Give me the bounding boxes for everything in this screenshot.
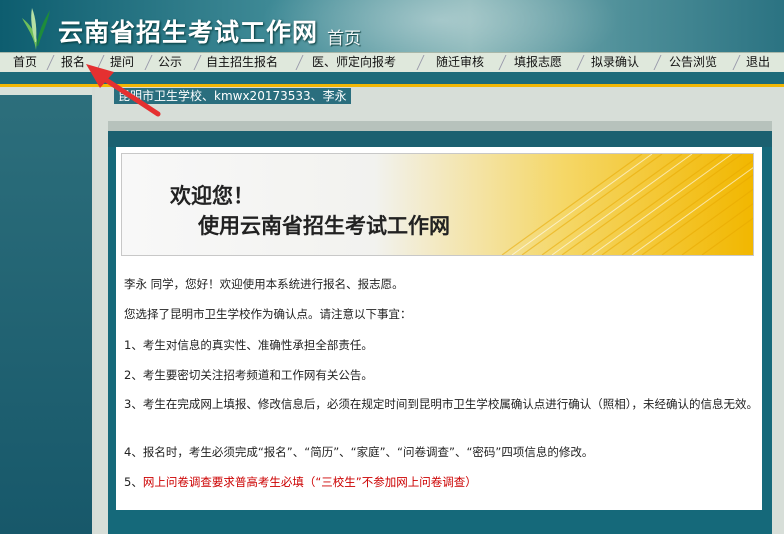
notice-item-5-text: 网上问卷调查要求普高考生必填（“三校生”不参加网上问卷调查） bbox=[142, 475, 477, 489]
nav-directed-application[interactable]: 医、师定向报考 bbox=[306, 53, 402, 72]
notice-item-5-number: 5、 bbox=[124, 475, 143, 489]
nav-register[interactable]: 报名 bbox=[54, 53, 92, 72]
nav-separator bbox=[576, 55, 585, 70]
nav-admission-confirm[interactable]: 拟录确认 bbox=[585, 53, 645, 72]
welcome-banner: 欢迎您！ 使用云南省招生考试工作网 bbox=[121, 153, 754, 256]
nav-separator bbox=[295, 55, 304, 70]
nav-separator bbox=[653, 55, 662, 70]
nav-separator bbox=[498, 55, 507, 70]
banner-welcome-text: 欢迎您！ bbox=[170, 184, 254, 208]
notice-item-3: 3、考生在完成网上填报、修改信息后，必须在规定时间到昆明市卫生学校属确认点进行确… bbox=[124, 397, 759, 411]
site-header: 云南省招生考试工作网 首页 bbox=[0, 0, 784, 52]
intro-text: 您选择了昆明市卫生学校作为确认点。请注意以下事宜： bbox=[124, 307, 412, 321]
nav-fill-preferences[interactable]: 填报志愿 bbox=[508, 53, 568, 72]
nav-migrant-review[interactable]: 随迁审核 bbox=[430, 53, 490, 72]
nav-independent-enrollment[interactable]: 自主招生报名 bbox=[200, 53, 284, 72]
page-label: 首页 bbox=[327, 29, 361, 49]
banner-use-text: 使用云南省招生考试工作网 bbox=[198, 214, 450, 238]
nav-ask[interactable]: 提问 bbox=[103, 53, 141, 72]
site-title: 云南省招生考试工作网 bbox=[58, 18, 319, 47]
user-breadcrumb: 昆明市卫生学校、kmwx20173533、李永 bbox=[114, 88, 351, 104]
frame-top-band bbox=[108, 121, 772, 131]
nav-separator bbox=[416, 55, 425, 70]
notice-item-5: 5、网上问卷调查要求普高考生必填（“三校生”不参加网上问卷调查） bbox=[124, 474, 477, 490]
accent-bar bbox=[0, 72, 784, 87]
nav-public[interactable]: 公示 bbox=[151, 53, 189, 72]
notice-item-1: 1、考生对信息的真实性、准确性承担全部责任。 bbox=[124, 338, 373, 352]
notice-item-2: 2、考生要密切关注招考频道和工作网有关公告。 bbox=[124, 368, 373, 382]
frame-header-band bbox=[108, 131, 772, 147]
nav-home[interactable]: 首页 bbox=[6, 53, 44, 72]
site-logo-icon bbox=[22, 8, 50, 50]
greeting-text: 李永 同学，您好！欢迎使用本系统进行报名、报志愿。 bbox=[124, 277, 404, 291]
nav-announcements[interactable]: 公告浏览 bbox=[663, 53, 723, 72]
notice-item-4: 4、报名时，考生必须完成“报名”、“简历”、“家庭”、“问卷调查”、“密码”四项… bbox=[124, 445, 594, 459]
main-nav: 首页 报名 提问 公示 自主招生报名 医、师定向报考 随迁审核 填报志愿 拟录确… bbox=[0, 52, 784, 73]
left-sidebar bbox=[0, 87, 95, 534]
nav-logout[interactable]: 退出 bbox=[740, 53, 776, 72]
left-sidebar-top bbox=[0, 87, 92, 95]
